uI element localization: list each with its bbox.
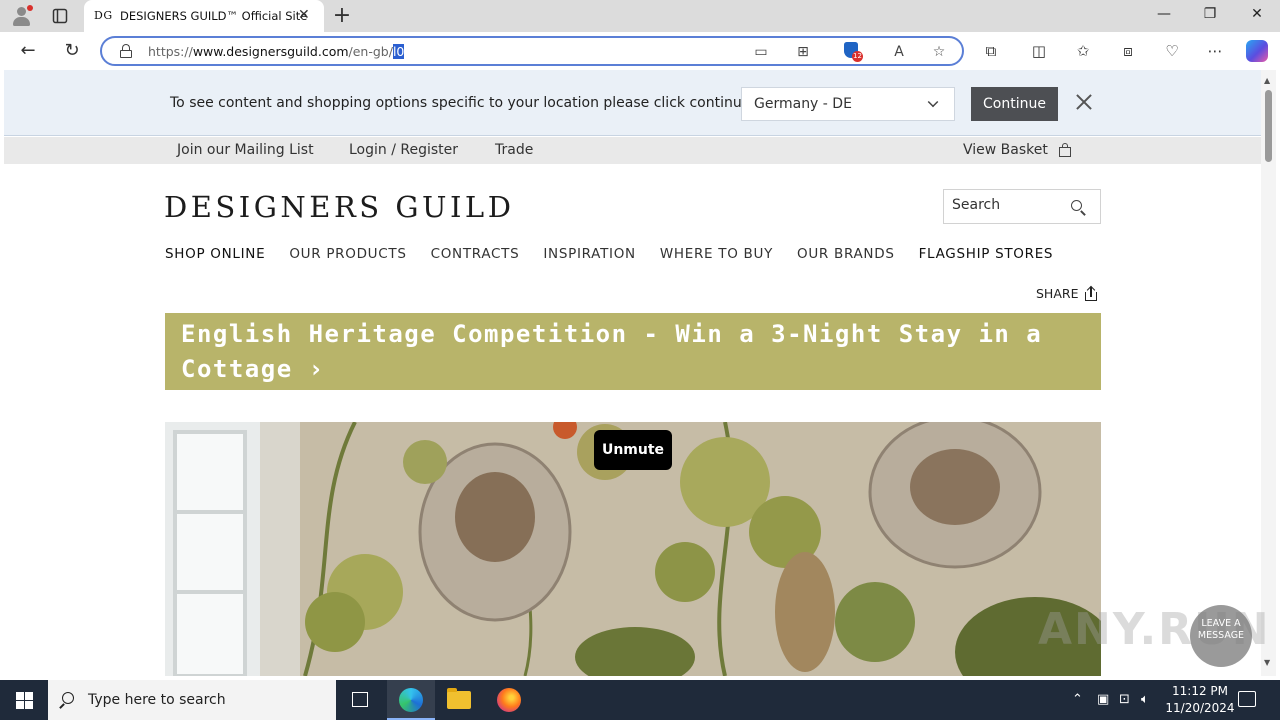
continue-button[interactable]: Continue xyxy=(971,87,1058,121)
file-explorer-taskbar-button[interactable] xyxy=(435,680,483,720)
promo-banner[interactable]: English Heritage Competition - Win a 3-N… xyxy=(165,313,1101,390)
leave-message-button[interactable]: LEAVE A MESSAGE xyxy=(1190,605,1252,667)
nav-inspiration[interactable]: INSPIRATION xyxy=(543,246,635,262)
browser-toolbar: ← ↻ https://www.designersguild.com/en-gb… xyxy=(0,32,1280,70)
refresh-icon[interactable]: ↻ xyxy=(60,39,84,63)
tracker-shield-icon[interactable]: 12 xyxy=(842,41,863,62)
site-search[interactable] xyxy=(943,189,1101,224)
utility-nav: Join our Mailing List Login / Register T… xyxy=(4,137,1261,164)
tray-device-icon[interactable]: ▣ xyxy=(1097,692,1109,707)
edge-icon xyxy=(399,688,423,712)
basket-bag-icon[interactable] xyxy=(1059,143,1071,157)
apps-icon[interactable]: ⊞ xyxy=(792,42,814,62)
address-url[interactable]: https://www.designersguild.com/en-gb/l0 xyxy=(148,44,405,59)
nav-shop-online[interactable]: SHOP ONLINE xyxy=(165,246,265,262)
taskbar-clock[interactable]: 11:12 PM 11/20/2024 xyxy=(1160,683,1240,717)
task-view-button[interactable] xyxy=(336,680,384,720)
address-bar[interactable]: https://www.designersguild.com/en-gb/l0 … xyxy=(100,36,964,66)
favorite-star-icon[interactable]: ☆ xyxy=(928,42,950,62)
mailing-list-link[interactable]: Join our Mailing List xyxy=(177,142,314,158)
tab-actions-icon[interactable] xyxy=(48,4,72,28)
edge-taskbar-button[interactable] xyxy=(387,680,435,720)
country-select-value: Germany - DE xyxy=(754,96,852,112)
windows-taskbar: Type here to search ⌃ ▣ ⊡ 🔈︎ 11:12 PM 11… xyxy=(0,680,1280,720)
chevron-down-icon xyxy=(927,96,939,108)
lock-icon[interactable] xyxy=(120,44,132,58)
tab-title: DESIGNERS GUILD™ Official Site xyxy=(120,9,308,23)
tray-volume-icon[interactable]: 🔈︎ xyxy=(1141,692,1149,707)
login-register-link[interactable]: Login / Register xyxy=(349,142,458,158)
copilot-icon[interactable] xyxy=(1246,40,1268,62)
scroll-up-icon[interactable]: ▲ xyxy=(1264,76,1270,85)
clock-time: 11:12 PM xyxy=(1172,684,1228,698)
browser-tab-bar: DG DESIGNERS GUILD™ Official Site ✕ + — … xyxy=(0,0,1280,32)
scrollbar-thumb[interactable] xyxy=(1265,90,1272,162)
browser-essentials-icon[interactable]: ♡ xyxy=(1161,41,1183,61)
view-basket-link[interactable]: View Basket xyxy=(963,142,1048,158)
tray-chevron-up-icon[interactable]: ⌃ xyxy=(1072,692,1083,707)
nav-our-products[interactable]: OUR PRODUCTS xyxy=(289,246,406,262)
location-message: To see content and shopping options spec… xyxy=(170,95,751,111)
new-tab-icon[interactable]: + xyxy=(330,3,354,28)
scroll-down-icon[interactable]: ▼ xyxy=(1264,658,1270,667)
firefox-taskbar-button[interactable] xyxy=(485,680,533,720)
share-icon[interactable] xyxy=(1084,285,1098,302)
tab-close-icon[interactable]: ✕ xyxy=(298,7,310,23)
taskbar-search-placeholder: Type here to search xyxy=(88,692,226,708)
browser-tab-active[interactable]: DG DESIGNERS GUILD™ Official Site ✕ xyxy=(84,0,324,32)
site-logo[interactable]: DESIGNERS GUILD xyxy=(164,190,514,224)
location-bar: To see content and shopping options spec… xyxy=(4,70,1261,136)
close-icon[interactable] xyxy=(1074,92,1094,112)
search-input[interactable] xyxy=(952,197,1062,213)
trade-link[interactable]: Trade xyxy=(495,142,533,158)
chat-line-1: LEAVE A xyxy=(1201,618,1241,629)
search-icon[interactable] xyxy=(1071,200,1082,211)
country-select[interactable]: Germany - DE xyxy=(741,87,955,121)
read-aloud-icon[interactable]: A xyxy=(888,42,910,62)
favorites-icon[interactable]: ✩ xyxy=(1072,41,1094,61)
main-nav: SHOP ONLINE OUR PRODUCTS CONTRACTS INSPIRAT… xyxy=(165,246,1077,266)
firefox-icon xyxy=(497,688,521,712)
minimize-icon[interactable]: — xyxy=(1154,6,1174,22)
search-icon xyxy=(62,692,74,704)
notification-icon[interactable] xyxy=(1238,691,1256,707)
hero-video[interactable]: Unmute xyxy=(165,422,1101,676)
windows-start-icon[interactable] xyxy=(16,692,33,709)
nav-where-to-buy[interactable]: WHERE TO BUY xyxy=(660,246,773,262)
profile-icon[interactable] xyxy=(10,4,34,28)
share-label[interactable]: SHARE xyxy=(1036,286,1078,301)
page-viewport: To see content and shopping options spec… xyxy=(4,70,1261,676)
split-screen-icon[interactable]: ◫ xyxy=(1028,41,1050,61)
clock-date: 11/20/2024 xyxy=(1165,701,1235,715)
taskbar-search[interactable]: Type here to search xyxy=(48,680,336,720)
nav-our-brands[interactable]: OUR BRANDS xyxy=(797,246,895,262)
settings-more-icon[interactable]: ⋯ xyxy=(1204,41,1226,61)
unmute-button[interactable]: Unmute xyxy=(594,430,672,470)
nav-contracts[interactable]: CONTRACTS xyxy=(431,246,520,262)
back-icon[interactable]: ← xyxy=(16,39,40,63)
promo-banner-text: English Heritage Competition - Win a 3-N… xyxy=(181,320,1043,383)
page-scrollbar[interactable]: ▲ ▼ xyxy=(1261,70,1276,676)
tab-favicon: DG xyxy=(94,9,113,22)
window-close-icon[interactable]: ✕ xyxy=(1247,6,1267,22)
device-icon[interactable]: ▭ xyxy=(750,42,772,62)
task-view-icon xyxy=(352,692,368,707)
folder-icon xyxy=(447,688,471,709)
extensions-icon[interactable]: ⧉ xyxy=(980,41,1002,61)
restore-icon[interactable]: ❐ xyxy=(1200,6,1220,22)
collections-icon[interactable]: ⧈ xyxy=(1117,41,1139,61)
tray-network-icon[interactable]: ⊡ xyxy=(1119,692,1130,707)
chat-line-2: MESSAGE xyxy=(1197,630,1245,641)
nav-flagship-stores[interactable]: FLAGSHIP STORES xyxy=(919,246,1054,262)
